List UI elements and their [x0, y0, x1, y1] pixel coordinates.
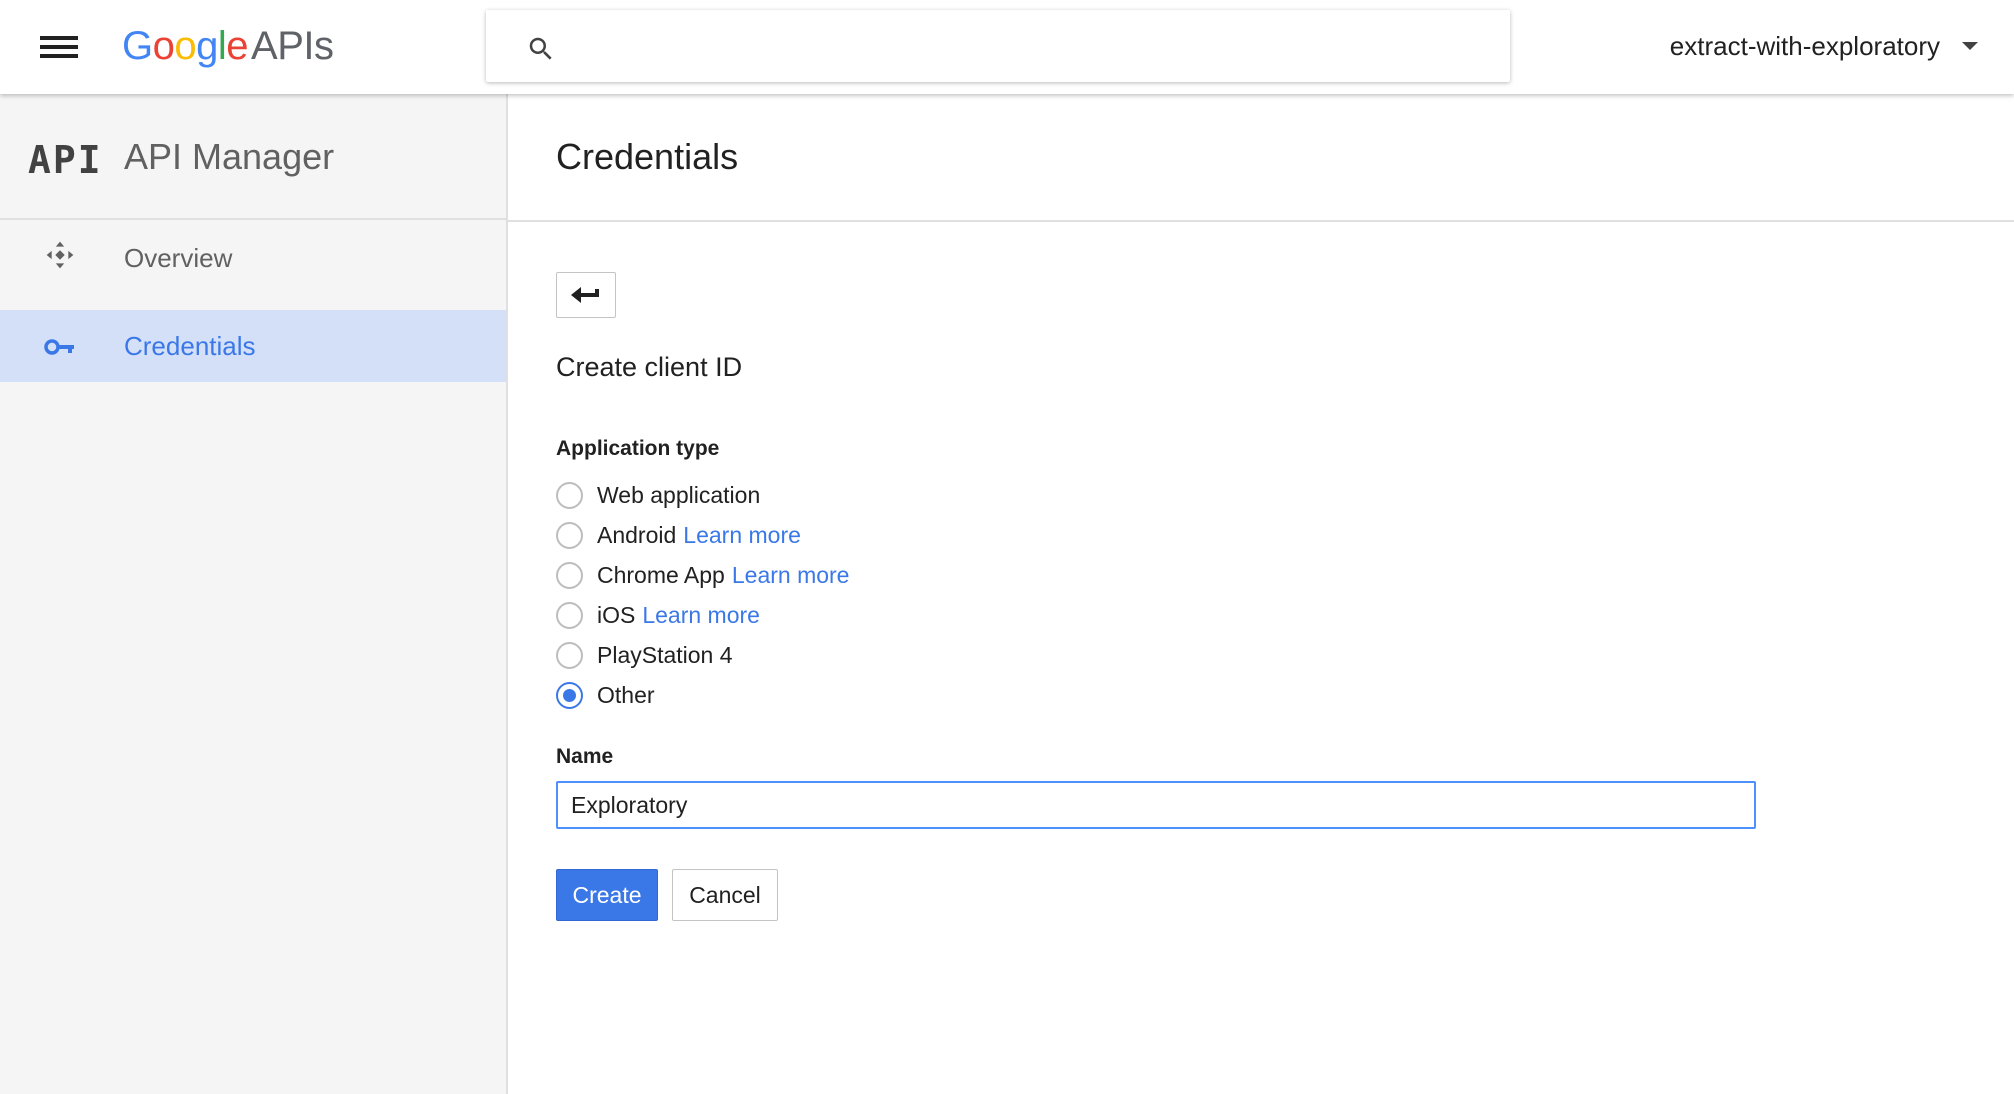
radio-button-selected[interactable] [556, 681, 583, 709]
project-name: extract-with-exploratory [1669, 30, 1940, 61]
page-title: Credentials [556, 136, 739, 177]
search-icon[interactable] [526, 34, 556, 64]
radio-option-web-application[interactable]: Web application [556, 479, 760, 511]
back-arrow-icon [571, 287, 599, 303]
radio-option-other[interactable]: Other [556, 679, 655, 711]
radio-label: Other [597, 681, 655, 708]
sidebar-item-credentials[interactable]: Credentials [0, 310, 506, 382]
learn-more-link[interactable]: Learn more [732, 562, 850, 589]
radio-label: iOS [597, 601, 636, 628]
page-header: Credentials [508, 94, 2014, 222]
radio-label: PlayStation 4 [597, 641, 733, 668]
radio-option-playstation-4[interactable]: PlayStation 4 [556, 639, 733, 671]
radio-option-chrome-app[interactable]: Chrome App Learn more [556, 559, 849, 591]
sidebar-item-label: Overview [124, 242, 233, 273]
top-app-bar: GoogleAPIs extract-with-exploratory [0, 0, 2014, 94]
radio-button[interactable] [556, 481, 583, 509]
name-label: Name [556, 745, 614, 768]
key-icon [44, 339, 74, 355]
name-input[interactable] [556, 781, 1756, 829]
sidebar-item-overview[interactable]: Overview [0, 222, 506, 294]
sidebar: API API Manager Overview Credentials [0, 94, 508, 1094]
logo-suffix: APIs [251, 24, 334, 68]
api-logo-icon: API [28, 138, 103, 182]
sidebar-header: API API Manager [0, 94, 506, 220]
sidebar-title[interactable]: API Manager [124, 136, 334, 178]
search-input[interactable] [576, 24, 1476, 68]
cancel-button[interactable]: Cancel [672, 869, 778, 921]
logo-letter: o [174, 24, 197, 68]
radio-option-ios[interactable]: iOS Learn more [556, 599, 760, 631]
main-content: Credentials Create client ID Application… [508, 94, 2014, 1094]
learn-more-link[interactable]: Learn more [642, 602, 760, 629]
logo-letter: l [217, 24, 227, 68]
radio-button[interactable] [556, 521, 583, 549]
sidebar-item-label: Credentials [124, 330, 256, 361]
radio-button[interactable] [556, 641, 583, 669]
logo-letter: e [226, 24, 249, 68]
learn-more-link[interactable]: Learn more [683, 522, 801, 549]
google-apis-logo[interactable]: GoogleAPIs [122, 22, 334, 70]
menu-icon[interactable] [40, 32, 78, 60]
create-button[interactable]: Create [556, 869, 658, 921]
radio-label: Android [597, 521, 677, 548]
radio-option-android[interactable]: Android Learn more [556, 519, 801, 551]
back-button[interactable] [556, 272, 616, 318]
project-selector[interactable]: extract-with-exploratory [1670, 26, 1978, 66]
radio-button[interactable] [556, 561, 583, 589]
section-title: Create client ID [556, 352, 743, 382]
logo-letter: g [196, 24, 218, 68]
radio-button[interactable] [556, 601, 583, 629]
chevron-down-icon [1962, 42, 1978, 50]
radio-label: Chrome App [597, 561, 725, 588]
search-box[interactable] [486, 10, 1510, 82]
radio-label: Web application [597, 481, 761, 508]
logo-letter: G [122, 24, 153, 68]
overview-icon [46, 241, 74, 269]
logo-letter: o [152, 24, 175, 68]
application-type-label: Application type [556, 437, 720, 460]
